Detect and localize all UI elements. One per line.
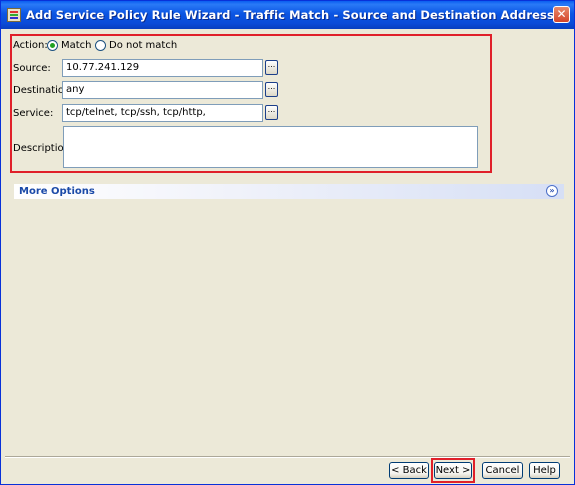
title-bar[interactable]: Add Service Policy Rule Wizard - Traffic… — [1, 1, 574, 29]
description-textarea[interactable] — [63, 126, 478, 168]
service-browse-button[interactable]: ... — [265, 105, 278, 120]
do-not-match-radio[interactable] — [95, 40, 106, 51]
more-options-bar[interactable]: More Options » — [14, 184, 564, 199]
cancel-button[interactable]: Cancel — [482, 462, 523, 479]
do-not-match-radio-label[interactable]: Do not match — [109, 40, 177, 51]
app-icon — [7, 8, 21, 22]
source-browse-button[interactable]: ... — [265, 60, 278, 75]
destination-browse-button[interactable]: ... — [265, 82, 278, 97]
close-icon: ✕ — [556, 7, 567, 21]
next-button[interactable]: Next > — [434, 462, 472, 479]
window-title: Add Service Policy Rule Wizard - Traffic… — [26, 8, 554, 22]
service-label: Service: — [13, 108, 54, 119]
double-chevron-down-icon[interactable]: » — [546, 185, 558, 197]
close-button[interactable]: ✕ — [553, 6, 570, 23]
wizard-window: Add Service Policy Rule Wizard - Traffic… — [0, 0, 575, 485]
help-button[interactable]: Help — [529, 462, 560, 479]
source-field[interactable]: 10.77.241.129 — [62, 59, 263, 77]
back-button[interactable]: < Back — [389, 462, 429, 479]
match-radio-label[interactable]: Match — [61, 40, 92, 51]
service-field[interactable]: tcp/telnet, tcp/ssh, tcp/http, — [62, 104, 263, 122]
footer-divider — [5, 456, 570, 457]
match-radio[interactable] — [47, 40, 58, 51]
more-options-label[interactable]: More Options — [19, 186, 95, 197]
source-label: Source: — [13, 63, 51, 74]
action-label: Action: — [13, 40, 48, 51]
destination-field[interactable]: any — [62, 81, 263, 99]
